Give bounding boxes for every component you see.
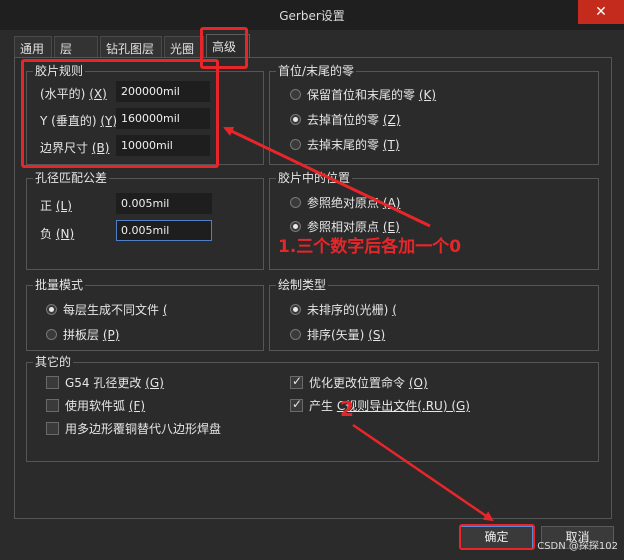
arrow-to-ok-button [352,423,494,522]
arrow-to-film-rules [223,126,431,228]
watermark: CSDN @探探102 [537,541,618,552]
annotation-step-2: 2 [340,397,354,421]
annotation-arrows [223,126,494,522]
annotation-step-1: 1.三个数字后各加一个0 [278,237,462,257]
